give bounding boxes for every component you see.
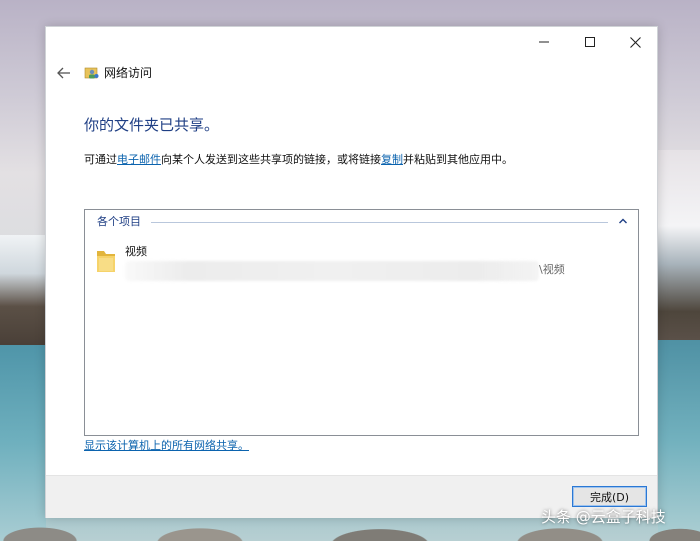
background-mountain-left (0, 235, 46, 345)
description-text-2: 向某个人发送到这些共享项的链接，或将链接 (161, 153, 381, 166)
nav-bar: 网络访问 (46, 61, 657, 85)
description-text-3: 并粘贴到其他应用中。 (403, 153, 513, 166)
item-name: 视频 (125, 245, 147, 258)
share-description: 可通过电子邮件向某个人发送到这些共享项的链接，或将链接复制并粘贴到其他应用中。 (84, 152, 513, 168)
app-title: 网络访问 (104, 66, 153, 80)
finish-button[interactable]: 完成(D) (572, 486, 647, 507)
group-divider (151, 222, 608, 223)
background-mountain-right (658, 150, 700, 340)
title-bar (46, 27, 657, 57)
back-button[interactable] (54, 63, 74, 83)
watermark: 头条 @云盒子科技 (541, 508, 666, 526)
copy-link[interactable]: 复制 (381, 153, 403, 166)
network-access-dialog: 网络访问 你的文件夹已共享。 可通过电子邮件向某个人发送到这些共享项的链接，或将… (45, 26, 658, 518)
item-path-redacted (125, 261, 539, 281)
email-link[interactable]: 电子邮件 (117, 153, 161, 166)
minimize-button[interactable] (521, 27, 567, 57)
minimize-icon (539, 41, 549, 43)
maximize-icon (585, 37, 595, 47)
folder-icon (97, 251, 115, 272)
close-icon (629, 36, 641, 48)
network-share-icon (84, 67, 99, 79)
show-all-shares-link[interactable]: 显示该计算机上的所有网络共享。 (84, 439, 249, 453)
item-path-suffix: \视频 (539, 263, 565, 276)
collapse-group-button[interactable] (617, 216, 629, 226)
page-title: 你的文件夹已共享。 (84, 116, 220, 134)
shared-items-list[interactable]: 各个项目 视频 \视频 (84, 209, 639, 436)
maximize-button[interactable] (567, 27, 613, 57)
close-button[interactable] (612, 27, 658, 57)
description-text-1: 可通过 (84, 153, 117, 166)
chevron-up-icon (619, 218, 627, 224)
back-arrow-icon (57, 67, 70, 79)
list-item[interactable]: 视频 \视频 (95, 245, 595, 285)
group-header: 各个项目 (97, 215, 145, 229)
